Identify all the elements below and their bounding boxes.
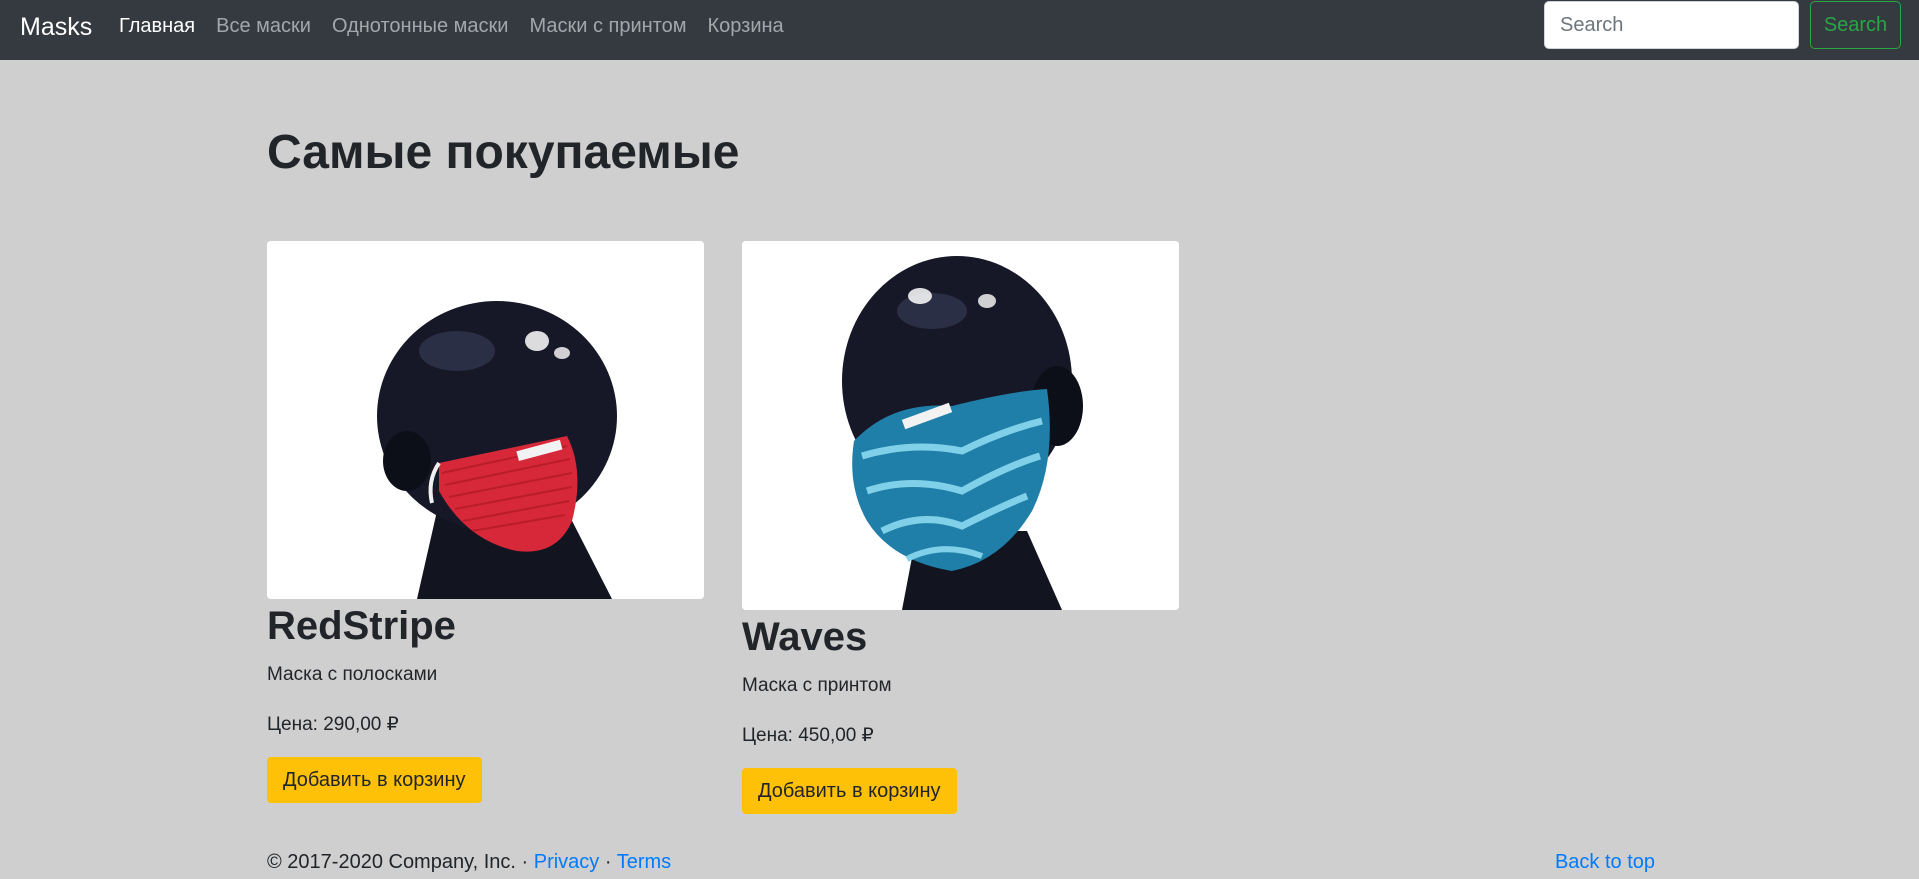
mannequin-blue-mask-image	[742, 241, 1179, 610]
nav-link-all-masks[interactable]: Все маски	[216, 14, 311, 39]
product-description-waves: Маска с принтом	[742, 675, 892, 696]
product-price-redstripe: Цена: 290,00 ₽	[267, 714, 399, 735]
nav-link-home[interactable]: Главная	[119, 14, 195, 39]
navbar: Masks Главная Все маски Однотонные маски…	[0, 0, 1919, 60]
add-to-cart-button-redstripe[interactable]: Добавить в корзину	[267, 757, 482, 803]
product-card-redstripe: RedStripe Маска с полосками Цена: 290,00…	[267, 241, 704, 803]
footer: © 2017-2020 Company, Inc. · Privacy · Te…	[267, 849, 1655, 875]
product-name-redstripe: RedStripe	[267, 604, 456, 648]
page-title: Самые покупаемые	[267, 126, 740, 179]
back-to-top-link[interactable]: Back to top	[1555, 849, 1655, 875]
add-to-cart-button-waves[interactable]: Добавить в корзину	[742, 768, 957, 814]
nav-link-cart[interactable]: Корзина	[708, 14, 784, 39]
footer-copyright: © 2017-2020 Company, Inc. ·	[267, 851, 534, 873]
product-name-waves: Waves	[742, 615, 868, 659]
product-description-redstripe: Маска с полосками	[267, 664, 438, 685]
product-price-waves: Цена: 450,00 ₽	[742, 725, 874, 746]
mannequin-red-mask-image	[267, 241, 704, 599]
terms-link[interactable]: Terms	[617, 851, 671, 873]
product-image-waves[interactable]	[742, 241, 1179, 610]
brand-logo[interactable]: Masks	[20, 13, 92, 42]
search-button[interactable]: Search	[1810, 1, 1901, 49]
product-card-waves: Waves Маска с принтом Цена: 450,00 ₽ Доб…	[742, 241, 1179, 814]
search-input[interactable]	[1544, 1, 1799, 49]
footer-separator: ·	[599, 851, 617, 873]
nav-link-solid-masks[interactable]: Однотонные маски	[332, 14, 509, 39]
product-image-redstripe[interactable]	[267, 241, 704, 599]
privacy-link[interactable]: Privacy	[534, 851, 600, 873]
nav-links: Главная Все маски Однотонные маски Маски…	[119, 14, 805, 39]
nav-link-print-masks[interactable]: Маски с принтом	[529, 14, 686, 39]
